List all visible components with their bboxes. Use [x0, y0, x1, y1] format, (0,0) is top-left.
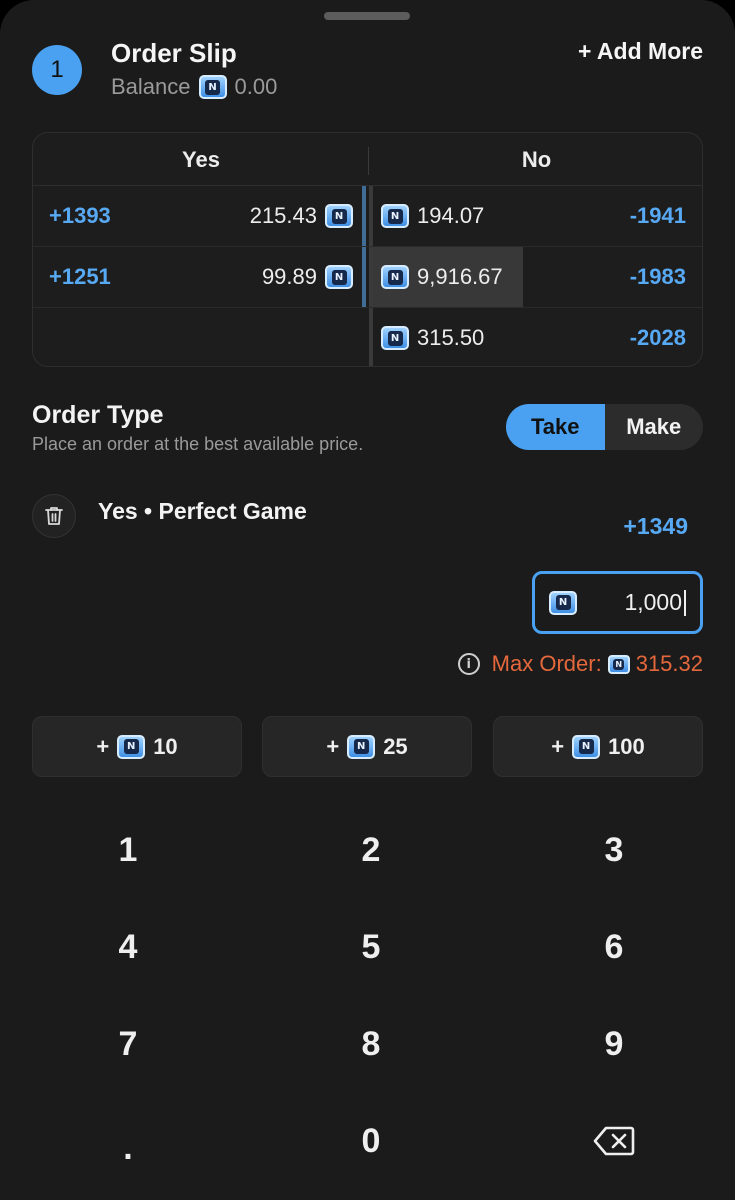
amount-value-wrap: 1,000 [624, 589, 686, 617]
key-3[interactable]: 3 [514, 810, 714, 890]
no-odds[interactable]: -2028 [630, 308, 686, 366]
yes-depth-bar [362, 247, 366, 307]
quick-add-prefix: + [326, 733, 340, 759]
no-depth-bar [369, 247, 373, 307]
no-amount-value: 315.50 [417, 325, 485, 350]
coin-icon: N [198, 75, 227, 99]
page-title: Order Slip [111, 38, 237, 68]
quick-add-button[interactable]: + N 100 [493, 716, 703, 777]
text-caret [684, 590, 686, 617]
yes-amount[interactable]: 215.43 N [250, 186, 353, 246]
quick-add-value: 25 [383, 733, 408, 759]
no-amount[interactable]: N 194.07 [381, 186, 484, 246]
max-order-warning: i Max Order: N 315.32 [457, 651, 703, 677]
key-1[interactable]: 1 [28, 810, 228, 890]
balance: Balance N 0.00 [111, 74, 277, 100]
coin-icon: N [325, 265, 353, 289]
step-badge: 1 [32, 45, 82, 95]
backspace-key[interactable] [514, 1101, 714, 1181]
no-amount[interactable]: N 9,916.67 [381, 247, 503, 307]
key-0[interactable]: 0 [271, 1101, 471, 1181]
coin-icon: N [381, 265, 409, 289]
make-option[interactable]: Make [605, 404, 704, 450]
backspace-icon [593, 1126, 635, 1156]
coin-icon: N [381, 326, 409, 350]
quick-add-value: 10 [153, 733, 178, 759]
no-depth-bar [369, 308, 373, 366]
order-book: Yes No +1393 215.43 N N 194.07 -1941 +12… [32, 132, 703, 367]
key-decimal[interactable]: . [28, 1108, 228, 1188]
key-8[interactable]: 8 [271, 1004, 471, 1084]
selection-label: Yes • Perfect Game [98, 498, 307, 524]
no-column-header: No [521, 146, 552, 172]
yes-amount-value: 215.43 [249, 203, 317, 228]
coin-icon: N [572, 734, 601, 759]
yes-amount-value: 99.89 [261, 264, 317, 289]
selection-odds: +1349 [623, 513, 688, 539]
key-5[interactable]: 5 [271, 907, 471, 987]
drag-handle[interactable] [324, 12, 410, 20]
key-2[interactable]: 2 [271, 810, 471, 890]
info-icon: i [457, 653, 480, 675]
quick-add-value: 100 [608, 733, 645, 759]
key-6[interactable]: 6 [514, 907, 714, 987]
key-4[interactable]: 4 [28, 907, 228, 987]
no-depth-bar [369, 186, 373, 246]
coin-icon: N [381, 204, 409, 228]
delete-selection-button[interactable] [32, 494, 76, 538]
no-amount[interactable]: N 315.50 [381, 308, 485, 366]
amount-value: 1,000 [624, 588, 682, 615]
coin-icon: N [607, 654, 630, 674]
trash-icon [45, 507, 63, 525]
order-book-row[interactable]: N 315.50 -2028 [33, 308, 702, 366]
no-amount-value: 194.07 [417, 203, 485, 228]
yes-odds[interactable]: +1393 [49, 186, 111, 246]
quick-add-prefix: + [551, 733, 565, 759]
balance-value: 0.00 [234, 74, 278, 99]
key-7[interactable]: 7 [28, 1004, 228, 1084]
yes-column-header: Yes [182, 146, 220, 172]
coin-icon: N [549, 590, 577, 615]
coin-icon: N [325, 204, 353, 228]
add-more-button[interactable]: + Add More [578, 38, 703, 65]
order-type-subtitle: Place an order at the best available pri… [32, 434, 364, 454]
amount-input[interactable]: N 1,000 [532, 571, 703, 634]
quick-add-prefix: + [96, 733, 110, 759]
quick-add-button[interactable]: + N 10 [32, 716, 242, 777]
max-order-value: 315.32 [635, 651, 703, 676]
no-odds[interactable]: -1983 [630, 247, 686, 307]
order-slip-sheet: 1 Order Slip Balance N 0.00 + Add More Y… [0, 0, 735, 1200]
yes-odds[interactable]: +1251 [49, 247, 111, 307]
no-odds[interactable]: -1941 [630, 186, 686, 246]
balance-label: Balance [111, 74, 191, 99]
order-type-toggle: Take Make [506, 404, 703, 450]
yes-depth-bar [362, 186, 366, 246]
no-amount-value: 9,916.67 [417, 264, 503, 289]
order-book-header: Yes No [33, 133, 702, 186]
coin-icon: N [347, 734, 376, 759]
order-book-row[interactable]: +1251 99.89 N N 9,916.67 -1983 [33, 247, 702, 308]
coin-icon: N [117, 734, 146, 759]
order-book-row[interactable]: +1393 215.43 N N 194.07 -1941 [33, 186, 702, 247]
take-option[interactable]: Take [506, 404, 605, 450]
max-order-label: Max Order: [491, 651, 602, 676]
yes-amount[interactable]: 99.89 N [262, 247, 353, 307]
key-9[interactable]: 9 [514, 1004, 714, 1084]
order-type-title: Order Type [32, 401, 164, 429]
quick-add-button[interactable]: + N 25 [262, 716, 472, 777]
